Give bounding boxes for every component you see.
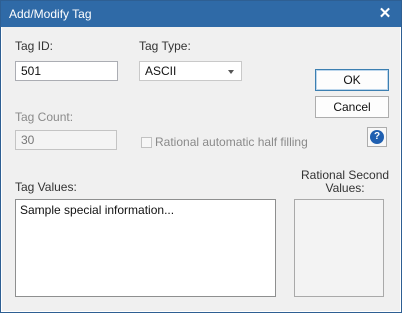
add-modify-tag-dialog: Add/Modify Tag ✕ Tag ID: 501 Tag Type: A… — [0, 0, 402, 313]
rational-second-label: Rational Second Values: — [301, 168, 390, 195]
tag-type-label: Tag Type: — [139, 39, 191, 53]
chevron-down-icon — [228, 70, 234, 74]
title-bar[interactable]: Add/Modify Tag ✕ — [1, 1, 401, 27]
tag-id-label: Tag ID: — [15, 39, 54, 53]
window-title: Add/Modify Tag — [9, 7, 92, 21]
tag-count-input: 30 — [15, 130, 117, 150]
tag-type-value: ASCII — [145, 64, 177, 78]
close-icon[interactable]: ✕ — [375, 4, 395, 24]
dialog-body: Tag ID: 501 Tag Type: ASCII OK Cancel ? … — [2, 27, 400, 311]
cancel-button[interactable]: Cancel — [315, 96, 389, 118]
help-icon: ? — [370, 130, 384, 144]
ok-button[interactable]: OK — [315, 69, 389, 91]
rational-fill-checkbox — [141, 137, 152, 148]
tag-id-input[interactable]: 501 — [15, 61, 118, 81]
rational-fill-label: Rational automatic half filling — [155, 135, 308, 149]
tag-values-textarea[interactable]: Sample special information... — [15, 199, 276, 297]
rational-second-values-box — [294, 199, 384, 297]
help-button[interactable]: ? — [367, 127, 387, 147]
tag-values-label: Tag Values: — [15, 180, 77, 194]
tag-count-label: Tag Count: — [15, 110, 74, 124]
tag-type-select[interactable]: ASCII — [139, 61, 242, 81]
